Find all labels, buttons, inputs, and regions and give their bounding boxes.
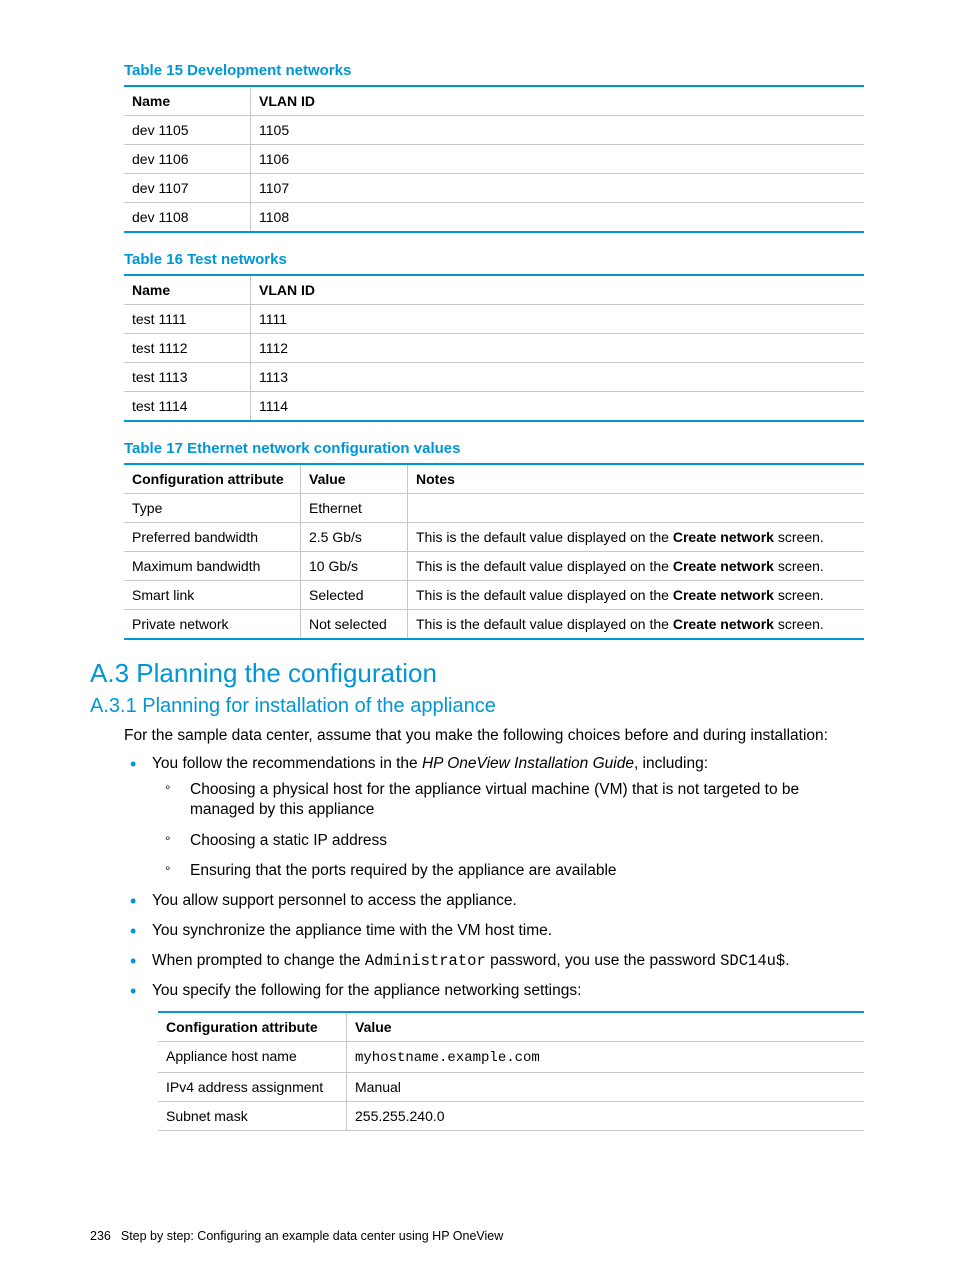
table-16-caption: Table 16 Test networks [124,251,864,268]
cell: test 1113 [124,363,251,392]
cell: dev 1106 [124,145,251,174]
table-row: test 11121112 [124,334,864,363]
table-row: Smart link Selected This is the default … [124,581,864,610]
col-header: Value [301,464,408,494]
col-header: Name [124,275,251,305]
list-item: You allow support personnel to access th… [152,891,864,911]
col-header: Notes [408,464,865,494]
cell: 255.255.240.0 [347,1102,865,1131]
table-row: dev 11071107 [124,174,864,203]
page-footer: 236 Step by step: Configuring an example … [90,1229,503,1243]
table-16: Name VLAN ID test 11111111 test 11121112… [124,274,864,422]
col-header: Name [124,86,251,116]
cell: dev 1105 [124,116,251,145]
cell: Appliance host name [158,1042,347,1073]
cell: This is the default value displayed on t… [408,581,865,610]
cell: 1114 [251,392,865,422]
cell: IPv4 address assignment [158,1073,347,1102]
cell: This is the default value displayed on t… [408,523,865,552]
cell: 1111 [251,305,865,334]
list-item: You synchronize the appliance time with … [152,921,864,941]
table-row: Subnet mask 255.255.240.0 [158,1102,864,1131]
cell [408,494,865,523]
list-item: You follow the recommendations in the HP… [152,754,864,881]
cell: Private network [124,610,301,640]
table-row: test 11131113 [124,363,864,392]
col-header: Value [347,1012,865,1042]
col-header: VLAN ID [251,86,865,116]
table-row: dev 11061106 [124,145,864,174]
table-row: Maximum bandwidth 10 Gb/s This is the de… [124,552,864,581]
page-number: 236 [90,1229,111,1243]
bullet-list: You follow the recommendations in the HP… [124,754,864,1001]
table-row: test 11111111 [124,305,864,334]
cell: 1105 [251,116,865,145]
cell: Not selected [301,610,408,640]
cell: 1107 [251,174,865,203]
list-item: Ensuring that the ports required by the … [190,861,864,881]
list-item: Choosing a static IP address [190,831,864,851]
cell: 1106 [251,145,865,174]
cell: dev 1108 [124,203,251,233]
intro-paragraph: For the sample data center, assume that … [124,726,864,746]
table-row: Private network Not selected This is the… [124,610,864,640]
table-header-row: Configuration attribute Value [158,1012,864,1042]
table-header-row: Configuration attribute Value Notes [124,464,864,494]
cell: This is the default value displayed on t… [408,610,865,640]
cell: Subnet mask [158,1102,347,1131]
list-item: Choosing a physical host for the applian… [190,780,864,820]
heading-a3: A.3 Planning the configuration [90,658,864,689]
table-row: dev 11081108 [124,203,864,233]
cell: 2.5 Gb/s [301,523,408,552]
cell: Preferred bandwidth [124,523,301,552]
table-row: dev 11051105 [124,116,864,145]
cell: test 1112 [124,334,251,363]
settings-table: Configuration attribute Value Appliance … [158,1011,864,1131]
cell: dev 1107 [124,174,251,203]
cell: myhostname.example.com [347,1042,865,1073]
cell: Selected [301,581,408,610]
cell: This is the default value displayed on t… [408,552,865,581]
table-17-caption: Table 17 Ethernet network configuration … [124,440,864,457]
cell: test 1111 [124,305,251,334]
table-15: Name VLAN ID dev 11051105 dev 11061106 d… [124,85,864,233]
col-header: Configuration attribute [124,464,301,494]
table-row: Appliance host name myhostname.example.c… [158,1042,864,1073]
table-row: Type Ethernet [124,494,864,523]
table-15-caption: Table 15 Development networks [124,62,864,79]
footer-title: Step by step: Configuring an example dat… [121,1229,503,1243]
cell: Ethernet [301,494,408,523]
table-row: Preferred bandwidth 2.5 Gb/s This is the… [124,523,864,552]
cell: 10 Gb/s [301,552,408,581]
cell: test 1114 [124,392,251,422]
table-17: Configuration attribute Value Notes Type… [124,463,864,640]
page-content: Table 15 Development networks Name VLAN … [0,0,954,1271]
table-row: test 11141114 [124,392,864,422]
cell: 1112 [251,334,865,363]
cell: Type [124,494,301,523]
col-header: VLAN ID [251,275,865,305]
table-row: IPv4 address assignment Manual [158,1073,864,1102]
heading-a31: A.3.1 Planning for installation of the a… [90,695,864,718]
col-header: Configuration attribute [158,1012,347,1042]
cell: Manual [347,1073,865,1102]
cell: Maximum bandwidth [124,552,301,581]
table-header-row: Name VLAN ID [124,86,864,116]
cell: 1113 [251,363,865,392]
table-header-row: Name VLAN ID [124,275,864,305]
sub-list: Choosing a physical host for the applian… [152,780,864,881]
list-item: You specify the following for the applia… [152,981,864,1001]
list-item: When prompted to change the Administrato… [152,951,864,971]
cell: Smart link [124,581,301,610]
cell: 1108 [251,203,865,233]
